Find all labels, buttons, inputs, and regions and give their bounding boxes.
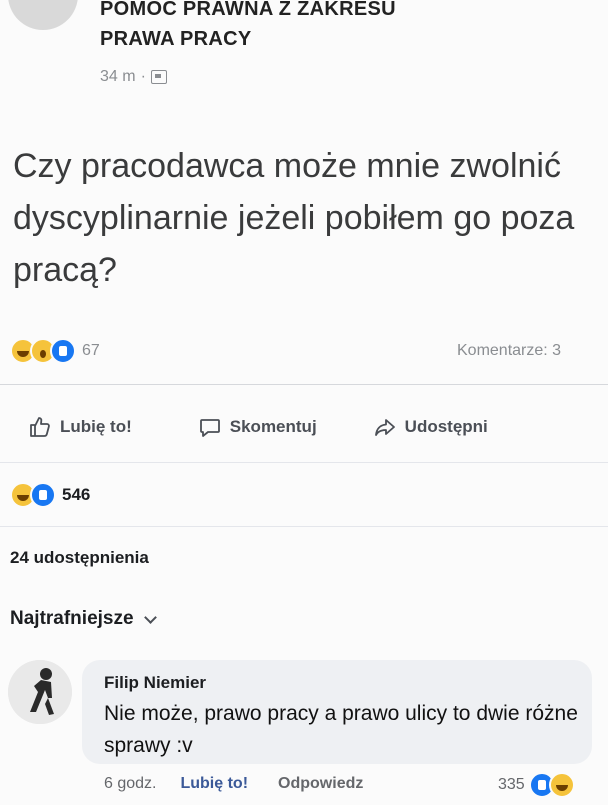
comment-button[interactable]: Skomentuj — [198, 415, 317, 439]
divider — [0, 384, 608, 385]
like-button[interactable]: Lubię to! — [28, 415, 132, 439]
like-button-label: Lubię to! — [60, 417, 132, 436]
share-icon — [374, 419, 395, 436]
comment-author[interactable]: Filip Niemier — [104, 673, 206, 693]
commenter-avatar[interactable] — [8, 660, 72, 724]
like-reaction-icon — [30, 482, 56, 508]
group-name[interactable]: POMOC PRAWNA Z ZAKRESU PRAWA PRACY — [100, 0, 396, 54]
post-reactions[interactable]: 67 — [10, 338, 100, 364]
post-meta: 34 m · — [100, 68, 167, 86]
comment-reactions[interactable]: 335 — [498, 772, 575, 798]
thumbs-up-icon — [30, 417, 50, 437]
group-name-line2: PRAWA PRACY — [100, 28, 252, 50]
like-reaction-icon — [50, 338, 76, 364]
comment-sort-label: Najtrafniejsze — [10, 608, 134, 629]
post-time[interactable]: 34 m — [100, 68, 136, 86]
group-avatar[interactable] — [8, 0, 78, 30]
haha-reaction-icon — [548, 772, 575, 798]
divider — [0, 462, 608, 463]
share-button[interactable]: Udostępni — [373, 415, 488, 439]
chevron-down-icon — [143, 610, 157, 624]
action-bar: Lubię to! Skomentuj Udostępni — [0, 415, 608, 439]
group-privacy-icon — [150, 70, 167, 84]
comment-time[interactable]: 6 godz. — [104, 775, 156, 793]
comment-sort-dropdown[interactable]: Najtrafniejsze — [10, 608, 157, 630]
group-name-line1: POMOC PRAWNA Z ZAKRESU — [100, 0, 396, 20]
post-text: Czy pracodawca może mnie zwolnić dyscypl… — [13, 147, 575, 289]
reactions-summary[interactable]: 546 — [10, 482, 90, 508]
person-silhouette-icon — [8, 660, 72, 724]
reactions-total: 546 — [62, 485, 91, 504]
reactions-count: 67 — [82, 342, 100, 359]
comment-meta: 6 godz. Lubię to! Odpowiedz — [104, 775, 363, 793]
comment-icon — [199, 419, 220, 437]
share-button-label: Udostępni — [404, 417, 488, 436]
shares-count[interactable]: 24 udostępnienia — [10, 548, 149, 568]
comments-count[interactable]: Komentarze: 3 — [457, 342, 561, 360]
comment-reactions-count: 335 — [498, 776, 525, 793]
meta-separator: · — [140, 68, 146, 85]
comment-text: Nie może, prawo pracy a prawo ulicy to d… — [104, 702, 578, 757]
comment-reply-button[interactable]: Odpowiedz — [278, 775, 363, 793]
comment-button-label: Skomentuj — [229, 417, 317, 436]
comment-like-button[interactable]: Lubię to! — [180, 775, 248, 793]
divider — [0, 526, 608, 527]
